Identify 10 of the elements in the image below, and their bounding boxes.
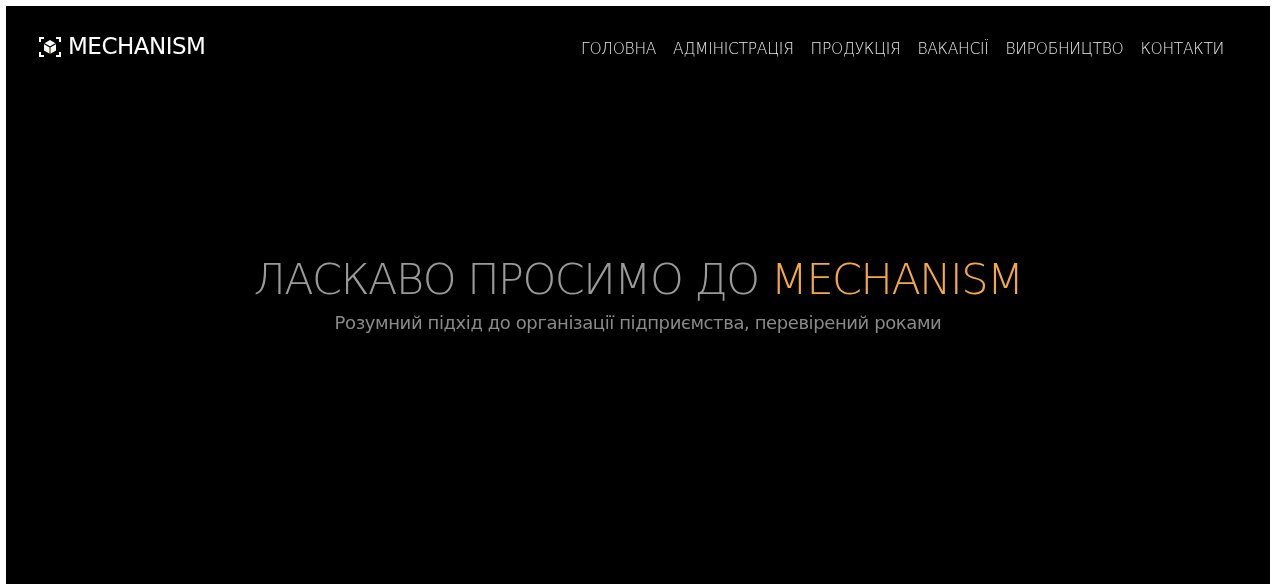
nav-link[interactable]: АДМІНІСТРАЦІЯ — [673, 38, 794, 62]
nav-link[interactable]: КОНТАКТИ — [1140, 38, 1224, 62]
cube-icon — [38, 34, 62, 59]
nav-link[interactable]: ПРОДУКЦІЯ — [810, 38, 901, 62]
logo-link[interactable]: MECHANISM — [68, 35, 206, 59]
hero-title: ЛАСКАВО ПРОСИМО ДО MECHANISM — [253, 253, 1023, 307]
hero-subtitle: Розумний підхід до організації підприємства, перевірений роками — [334, 311, 942, 335]
nav-link[interactable]: ВИРОБНИЦТВО — [1005, 38, 1124, 62]
nav-link[interactable]: ГОЛОВНА — [581, 38, 657, 62]
nav-link[interactable]: ВАКАНСІЇ — [917, 38, 989, 62]
